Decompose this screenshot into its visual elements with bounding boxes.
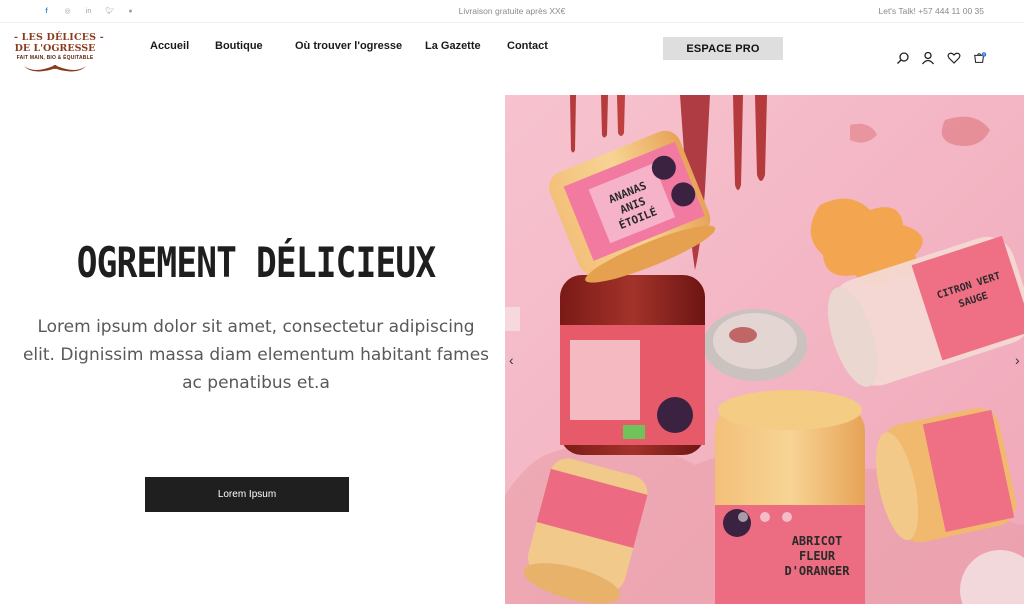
slider-dot-3[interactable] <box>782 512 792 522</box>
cart-icon[interactable]: 0 <box>973 51 987 65</box>
hero-description: Lorem ipsum dolor sit amet, consectetur … <box>22 317 490 393</box>
jar-label-3: ABRICOT <box>792 534 843 548</box>
nav-contact[interactable]: Contact <box>507 40 548 52</box>
slider-prev-arrow[interactable]: ‹ <box>509 353 514 367</box>
slider-next-arrow[interactable]: › <box>1015 353 1020 367</box>
slider-dot-1[interactable] <box>738 512 748 522</box>
nav-gazette[interactable]: La Gazette <box>425 40 481 52</box>
jam-jars-illustration: ANANAS ANIS ÉTOILÉ CITRON VERT SAUGE ABR… <box>505 95 1024 604</box>
svg-text:D'ORANGER: D'ORANGER <box>784 564 850 578</box>
top-bar: f ◎ in 🐦︎ ● Livraison gratuite après XX€… <box>0 0 1024 23</box>
nav-ou-trouver[interactable]: Où trouver l'ogresse <box>295 40 402 52</box>
phone-text: Let's Talk! +57 444 11 00 35 <box>878 6 984 16</box>
logo-tagline: FAIT MAIN, BIO & ÉQUITABLE <box>16 55 94 61</box>
logo-mustache-icon <box>24 65 86 72</box>
promo-text: Livraison gratuite après XX€ <box>458 6 566 16</box>
hero-title: OGREMENT DÉLICIEUX <box>76 238 436 287</box>
svg-text:FLEUR: FLEUR <box>799 549 836 563</box>
logo-line-1: - LES DÉLICES - <box>14 32 104 43</box>
slider-dots <box>738 512 792 522</box>
user-icon[interactable] <box>921 51 935 65</box>
slider-dot-2[interactable] <box>760 512 770 522</box>
espace-pro-button[interactable]: ESPACE PRO <box>663 37 783 60</box>
nav-boutique[interactable]: Boutique <box>215 40 263 52</box>
logo-line-2: DE L'OGRESSE <box>14 43 96 54</box>
nav-accueil[interactable]: Accueil <box>150 40 189 52</box>
slide-tab[interactable] <box>505 307 520 331</box>
hero-cta-button[interactable]: Lorem Ipsum <box>145 477 349 512</box>
cart-count-badge: 0 <box>983 53 985 57</box>
heart-icon[interactable] <box>947 51 961 65</box>
site-logo[interactable]: - LES DÉLICES - DE L'OGRESSE FAIT MAIN, … <box>14 32 104 76</box>
hero-image: ANANAS ANIS ÉTOILÉ CITRON VERT SAUGE ABR… <box>505 95 1024 604</box>
search-icon[interactable] <box>896 51 910 65</box>
